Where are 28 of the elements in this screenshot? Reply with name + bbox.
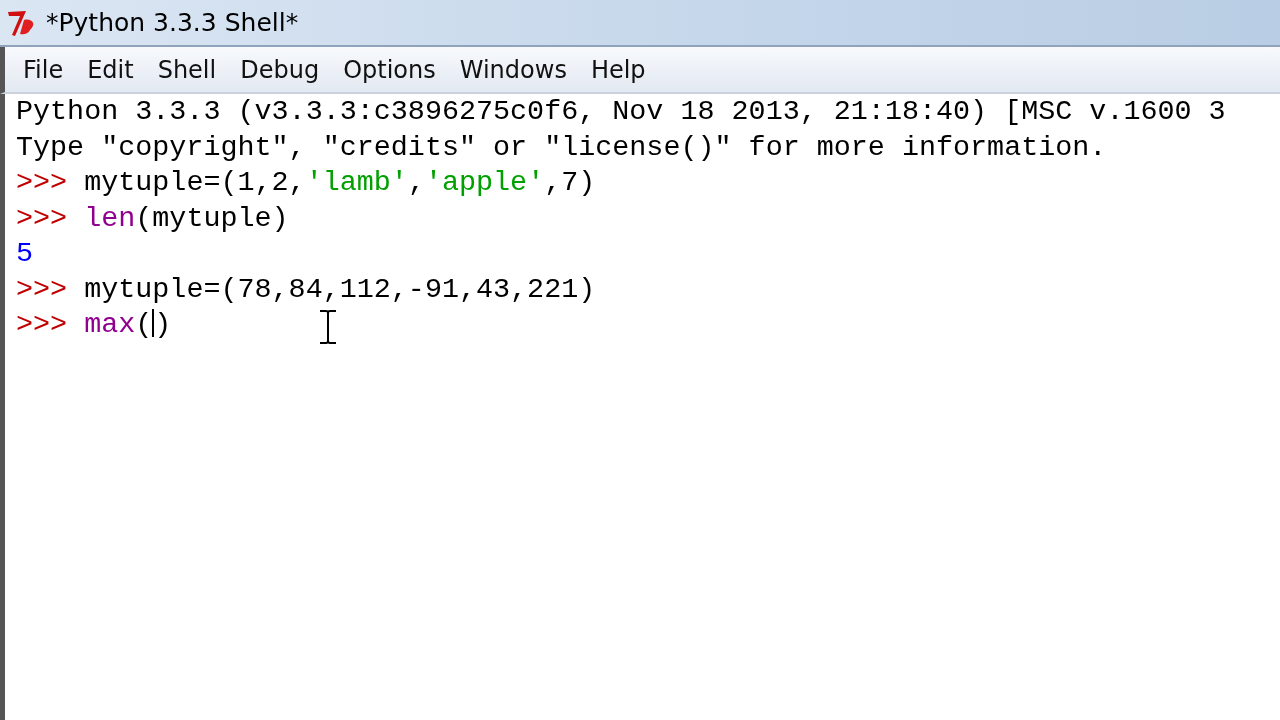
code-text: ( — [135, 308, 153, 341]
builtin-name: max — [84, 308, 136, 341]
menu-item[interactable]: Edit — [75, 51, 146, 88]
code-text: (mytuple) — [135, 201, 289, 235]
string-literal: 'lamb' — [305, 166, 408, 199]
window-title: *Python 3.3.3 Shell* — [46, 6, 299, 39]
menu-item[interactable]: Shell — [145, 51, 229, 88]
menu-item[interactable]: Help — [578, 51, 658, 88]
prompt-text: >>> — [16, 308, 69, 341]
prompt-text: >>> — [16, 166, 69, 199]
code-text: , — [407, 166, 425, 199]
string-literal: 'apple' — [424, 166, 545, 199]
output-text: Type "copyright", "credits" or "license()" for more information. — [16, 130, 1107, 164]
prompt-text: >>> — [16, 272, 69, 306]
text-cursor-icon — [317, 309, 339, 345]
code-text: ,7) — [544, 166, 596, 199]
text-caret — [152, 309, 155, 337]
menu-item[interactable]: File — [11, 51, 76, 88]
output-text: Python 3.3.3 (v3.3.3:c3896275c0f6, Nov 18 2013, 21:18:40) [MSC v.1600 3 — [16, 95, 1226, 128]
code-text: mytuple=(78,84,112,-91,43,221) — [84, 272, 596, 306]
result-text: 5 — [16, 237, 34, 270]
menu-item[interactable]: Options — [331, 51, 448, 88]
menu-item[interactable]: Debug — [228, 51, 332, 88]
code-text: ) — [154, 308, 172, 341]
prompt-text: >>> — [16, 201, 69, 235]
menu-item[interactable]: Windows — [447, 51, 579, 88]
code-text: mytuple=(1,2, — [84, 166, 306, 199]
builtin-name: len — [84, 201, 136, 235]
